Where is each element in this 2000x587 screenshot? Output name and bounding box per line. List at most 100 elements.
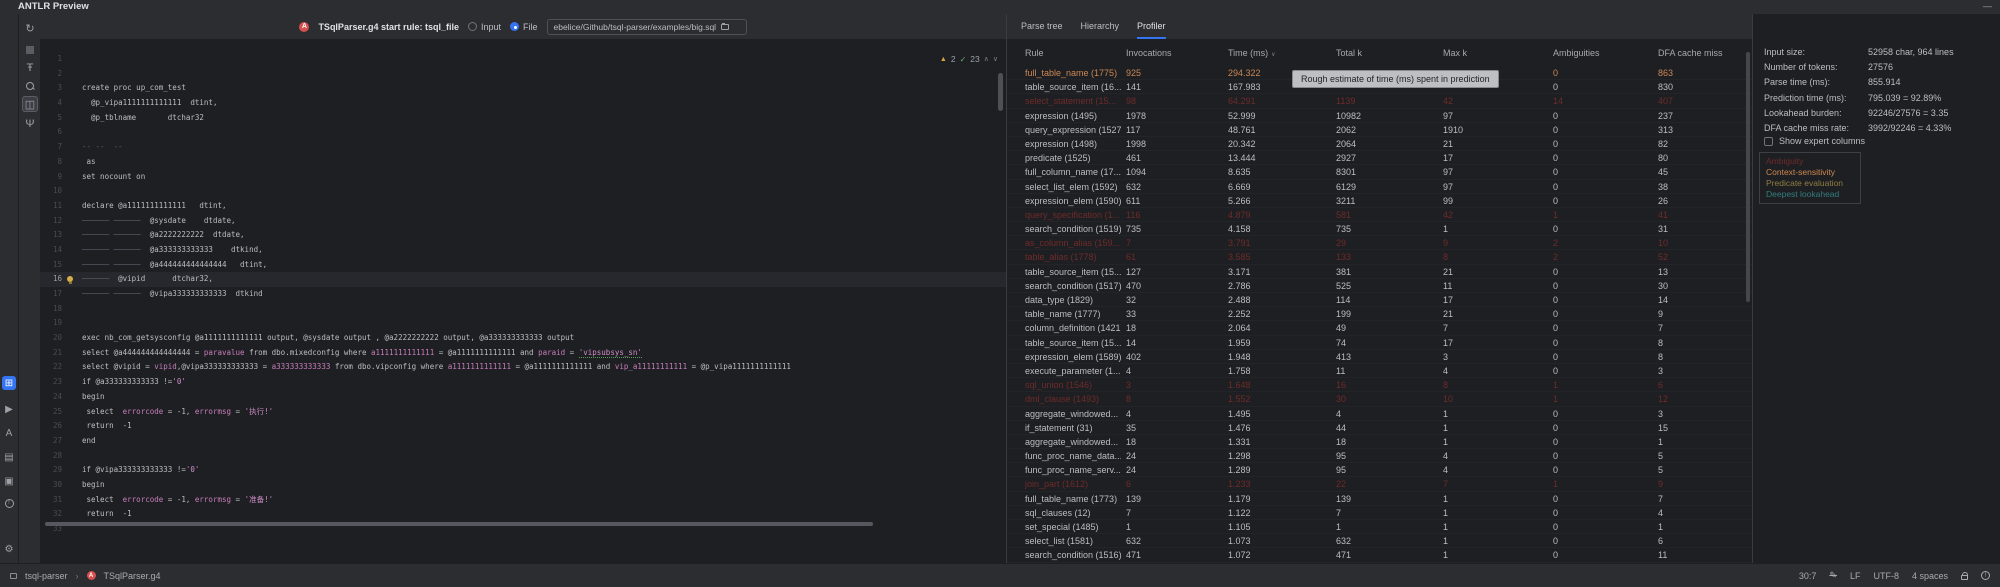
profiler-row[interactable]: sql_clauses (12)71.1227104 (1007, 506, 1752, 520)
line-separator[interactable]: LF (1850, 571, 1861, 581)
insert-text-icon[interactable]: Ŧ (22, 60, 38, 76)
search-icon[interactable] (22, 78, 38, 94)
code-line[interactable]: 16────── @vipid dtchar32, (40, 272, 1006, 287)
profiler-row[interactable]: dml_clause (1493)81.5523010112 (1007, 392, 1752, 406)
profiler-row[interactable]: data_type (1829)322.48811417014 (1007, 293, 1752, 307)
profiler-row[interactable]: expression_elem (1589)4021.948413308 (1007, 350, 1752, 364)
stop-icon[interactable] (22, 42, 38, 58)
next-issue-icon[interactable]: ∨ (993, 55, 998, 63)
notifications-icon[interactable]: ! (1981, 571, 1990, 580)
breadcrumb-project[interactable]: tsql-parser (25, 571, 68, 581)
profiler-row[interactable]: select_list_elem (1592)6326.669612997038 (1007, 180, 1752, 194)
code-line[interactable]: 8 as (40, 155, 1006, 170)
code-line[interactable]: 32 return -1 (40, 507, 1006, 522)
code-line[interactable]: 30begin (40, 478, 1006, 493)
prev-issue-icon[interactable]: ∧ (984, 55, 989, 63)
profiler-row[interactable]: aggregate_windowed...181.33118101 (1007, 435, 1752, 449)
profiler-row[interactable]: as_column_alias (159...73.791299210 (1007, 236, 1752, 250)
input-radio[interactable]: Input (468, 22, 501, 32)
code-line[interactable]: 9set nocount on (40, 170, 1006, 185)
profiler-row[interactable]: table_source_item (15...1273.17138121013 (1007, 265, 1752, 279)
profiler-row[interactable]: search_condition (1517)4702.78652511030 (1007, 279, 1752, 293)
profiler-row[interactable]: expression (1495)197852.99910982970237 (1007, 109, 1752, 123)
profiler-row[interactable]: if_statement (31)351.476441015 (1007, 421, 1752, 435)
profiler-row[interactable]: search_condition (1516)4711.0724711011 (1007, 548, 1752, 562)
intention-bulb-icon[interactable] (67, 276, 73, 282)
problems-tool-icon[interactable]: ! (2, 496, 16, 510)
file-radio[interactable]: File (510, 22, 538, 32)
code-line[interactable]: 15────── ────── @a444444444444444 dtint, (40, 258, 1006, 273)
readonly-pencil-icon[interactable]: ✎ (1829, 570, 1837, 581)
settings-gear-icon[interactable]: ⚙ (2, 542, 16, 556)
refresh-icon[interactable]: ↻ (22, 20, 38, 36)
code-line[interactable]: 12────── ────── @sysdate dtdate, (40, 214, 1006, 229)
caret-position[interactable]: 30:7 (1799, 571, 1817, 581)
profiler-row[interactable]: join_part (1612)61.23322719 (1007, 477, 1752, 491)
profiler-row[interactable]: set_special (1485)11.1051101 (1007, 520, 1752, 534)
code-line[interactable]: 11declare @a1111111111111 dtint, (40, 199, 1006, 214)
column-header-time[interactable]: Time (ms)∨ (1223, 48, 1331, 58)
check-icon[interactable]: ✓ (960, 55, 967, 64)
profiler-row[interactable]: execute_parameter (1...41.75811403 (1007, 364, 1752, 378)
antlr-preview-tool-icon[interactable]: ⊞ (2, 376, 16, 390)
profiler-row[interactable]: query_specification (1...1164.8795814214… (1007, 208, 1752, 222)
file-encoding[interactable]: UTF-8 (1873, 571, 1899, 581)
code-line[interactable]: 5 @p_tblname dtchar32 (40, 111, 1006, 126)
antlr-tool-icon[interactable]: A (2, 426, 16, 440)
profiler-row[interactable]: table_alias (1778)613.5851338252 (1007, 250, 1752, 264)
inspections-widget[interactable]: ▲ 2 ✓ 23 ∧ ∨ (940, 54, 998, 64)
profiler-row[interactable]: predicate (1525)46113.444292717080 (1007, 151, 1752, 165)
tab-hierarchy[interactable]: Hierarchy (1081, 14, 1120, 39)
hide-panel-icon[interactable]: — (1983, 1, 1992, 11)
code-line[interactable]: 7-- -- -- (40, 140, 1006, 155)
profiler-row[interactable]: func_proc_name_data...241.29895405 (1007, 449, 1752, 463)
code-line[interactable]: 22select @vipid = vipid,@vipa33333333333… (40, 360, 1006, 375)
code-line[interactable]: 21select @a444444444444444 = paravalue f… (40, 346, 1006, 361)
column-header-total-k[interactable]: Total k (1331, 48, 1438, 58)
code-line[interactable]: 4 @p_vipa1111111111111 dtint, (40, 96, 1006, 111)
profiler-row[interactable]: func_proc_name_serv...241.28995405 (1007, 463, 1752, 477)
profiler-view-icon[interactable]: ◫ (22, 96, 38, 112)
editor-vertical-scrollbar[interactable] (998, 73, 1003, 111)
column-header-dfa-cache-miss[interactable]: DFA cache miss (1653, 48, 1753, 58)
code-line[interactable]: 23if @a333333333333 !='0' (40, 375, 1006, 390)
column-header-ambiguities[interactable]: Ambiguities (1548, 48, 1653, 58)
terminal-tool-icon[interactable]: ▣ (2, 474, 16, 488)
profiler-row[interactable]: column_definition (1421)182.06449707 (1007, 321, 1752, 335)
profiler-row[interactable]: full_table_name (1773)1391.179139107 (1007, 492, 1752, 506)
services-tool-icon[interactable]: ▤ (2, 450, 16, 464)
profiler-row[interactable]: select_list (1581)6321.073632106 (1007, 534, 1752, 548)
profiler-row[interactable]: query_expression (1527)11748.76120621910… (1007, 123, 1752, 137)
show-expert-columns-checkbox[interactable] (1764, 137, 1773, 146)
folder-icon[interactable] (721, 24, 729, 30)
profiler-row[interactable]: expression_elem (1590)6115.266321199026 (1007, 194, 1752, 208)
profiler-row[interactable]: sql_union (1546)31.64816816 (1007, 378, 1752, 392)
code-line[interactable]: 20exec nb_com_getsysconfig @a11111111111… (40, 331, 1006, 346)
code-line[interactable]: 31 select errorcode = -1, errormsg = '准备… (40, 493, 1006, 508)
column-header-invocations[interactable]: Invocations (1121, 48, 1223, 58)
profiler-row[interactable]: table_source_item (15...141.959741708 (1007, 336, 1752, 350)
code-line[interactable]: 25 select errorcode = -1, errormsg = '执行… (40, 405, 1006, 420)
code-line[interactable]: 3create proc up_com_test (40, 81, 1006, 96)
tab-parse-tree[interactable]: Parse tree (1021, 14, 1063, 39)
tab-profiler[interactable]: Profiler (1137, 14, 1166, 39)
code-line[interactable]: 17────── ────── @vipa333333333333 dtkind (40, 287, 1006, 302)
code-line[interactable]: 18 (40, 302, 1006, 317)
unlocked-icon[interactable] (1961, 575, 1968, 580)
code-editor[interactable]: A TSqlParser.g4 start rule: tsql_file In… (40, 14, 1006, 563)
editor-horizontal-scrollbar[interactable] (45, 522, 873, 526)
show-expert-columns-row[interactable]: Show expert columns (1764, 136, 1865, 146)
code-line[interactable]: 24begin (40, 390, 1006, 405)
code-line[interactable]: 1 (40, 52, 1006, 67)
parse-tree-view-icon[interactable]: Ψ (22, 116, 38, 132)
code-line[interactable]: 29if @vipa333333333333 !='0' (40, 463, 1006, 478)
code-line[interactable]: 6 (40, 125, 1006, 140)
breadcrumb-file[interactable]: TSqlParser.g4 (104, 571, 161, 581)
profiler-row[interactable]: select_statement (15...9864.291113942144… (1007, 94, 1752, 108)
code-line[interactable]: 2 (40, 67, 1006, 82)
run-tool-icon[interactable]: ▶ (2, 402, 16, 416)
profiler-vertical-scrollbar[interactable] (1746, 52, 1750, 302)
code-line[interactable]: 19 (40, 316, 1006, 331)
code-line[interactable]: 28 (40, 449, 1006, 464)
warning-icon[interactable]: ▲ (940, 56, 947, 63)
